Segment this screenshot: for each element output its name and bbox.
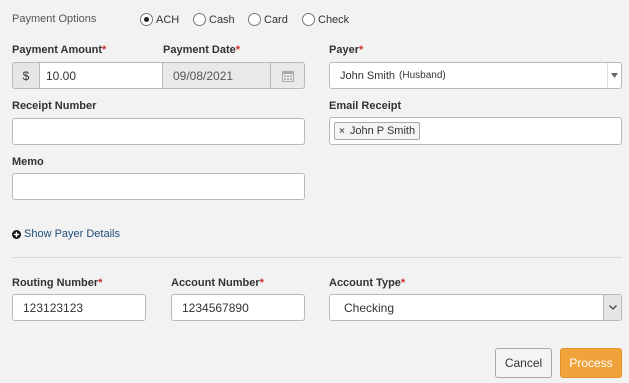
process-button-label: Process bbox=[569, 356, 613, 370]
account-type-label-text: Account Type bbox=[329, 277, 401, 289]
required-mark: * bbox=[400, 277, 406, 289]
account-number-value: 1234567890 bbox=[182, 300, 249, 315]
memo-label: Memo bbox=[12, 156, 44, 168]
show-payer-details-text: Show Payer Details bbox=[24, 228, 120, 240]
required-mark: * bbox=[235, 44, 241, 56]
routing-number-label: Routing Number* bbox=[12, 277, 102, 289]
radio-card-label: Card bbox=[264, 13, 288, 26]
account-number-label-text: Account Number bbox=[171, 277, 260, 289]
radio-cash[interactable]: Cash bbox=[193, 12, 235, 27]
required-mark: * bbox=[358, 44, 364, 56]
payment-date-input: 09/08/2021 bbox=[162, 62, 271, 89]
email-tag-label: John P Smith bbox=[349, 125, 416, 137]
payment-amount-label-text: Payment Amount bbox=[12, 44, 103, 56]
memo-input[interactable] bbox=[12, 173, 305, 200]
payer-name: John Smith bbox=[340, 69, 396, 82]
radio-cash-button[interactable] bbox=[193, 13, 206, 27]
calendar-button[interactable] bbox=[270, 62, 305, 89]
receipt-number-label: Receipt Number bbox=[12, 100, 97, 112]
chevron-down-icon[interactable] bbox=[607, 63, 621, 88]
cancel-button-label: Cancel bbox=[504, 356, 543, 370]
currency-addon: $ bbox=[12, 62, 40, 89]
account-type-value: Checking bbox=[344, 300, 395, 315]
required-mark: * bbox=[102, 44, 107, 56]
routing-number-value: 123123123 bbox=[23, 300, 84, 315]
radio-check-label: Check bbox=[318, 13, 350, 26]
chevron-down-icon[interactable] bbox=[603, 295, 621, 320]
calendar-icon bbox=[281, 70, 294, 82]
required-mark: * bbox=[98, 277, 103, 289]
account-type-select[interactable]: Checking bbox=[329, 294, 622, 321]
payment-date-label-text: Payment Date bbox=[163, 44, 236, 56]
routing-number-label-text: Routing Number bbox=[12, 277, 99, 289]
payer-label-text: Payer bbox=[329, 44, 359, 56]
payment-amount-label: Payment Amount* bbox=[12, 44, 106, 56]
payment-date-label: Payment Date* bbox=[163, 44, 240, 56]
show-payer-details-link[interactable]: Show Payer Details bbox=[12, 228, 120, 240]
account-number-input[interactable]: 1234567890 bbox=[171, 294, 305, 321]
process-button[interactable]: Process bbox=[560, 348, 622, 378]
email-receipt-label: Email Receipt bbox=[329, 100, 402, 112]
radio-card[interactable]: Card bbox=[248, 12, 288, 27]
email-tag: × John P Smith bbox=[334, 122, 421, 140]
radio-cash-label: Cash bbox=[209, 13, 235, 26]
currency-symbol: $ bbox=[22, 68, 30, 83]
account-number-label: Account Number* bbox=[171, 277, 264, 289]
payer-select[interactable]: John Smith (Husband) bbox=[329, 62, 622, 89]
payer-relation: (Husband) bbox=[399, 70, 446, 81]
routing-number-input[interactable]: 123123123 bbox=[12, 294, 146, 321]
payment-amount-value: 10.00 bbox=[46, 68, 77, 83]
cancel-button[interactable]: Cancel bbox=[495, 348, 552, 378]
account-type-label: Account Type* bbox=[329, 277, 405, 289]
radio-ach[interactable]: ACH bbox=[140, 12, 180, 27]
payer-label: Payer* bbox=[329, 44, 363, 56]
plus-circle-icon bbox=[12, 229, 21, 239]
radio-card-button[interactable] bbox=[248, 13, 261, 27]
email-receipt-input[interactable]: × John P Smith bbox=[329, 117, 622, 145]
tag-remove-icon[interactable]: × bbox=[339, 126, 345, 137]
radio-ach-label: ACH bbox=[156, 13, 180, 26]
payment-amount-input[interactable]: 10.00 bbox=[39, 62, 163, 89]
radio-check-button[interactable] bbox=[302, 13, 315, 27]
payment-options-label: Payment Options bbox=[12, 13, 97, 25]
receipt-number-input[interactable] bbox=[12, 118, 305, 145]
required-mark: * bbox=[259, 277, 264, 289]
radio-ach-button[interactable] bbox=[140, 13, 153, 27]
radio-check[interactable]: Check bbox=[302, 12, 350, 27]
payment-date-value: 09/08/2021 bbox=[173, 68, 234, 83]
section-divider bbox=[12, 257, 622, 258]
